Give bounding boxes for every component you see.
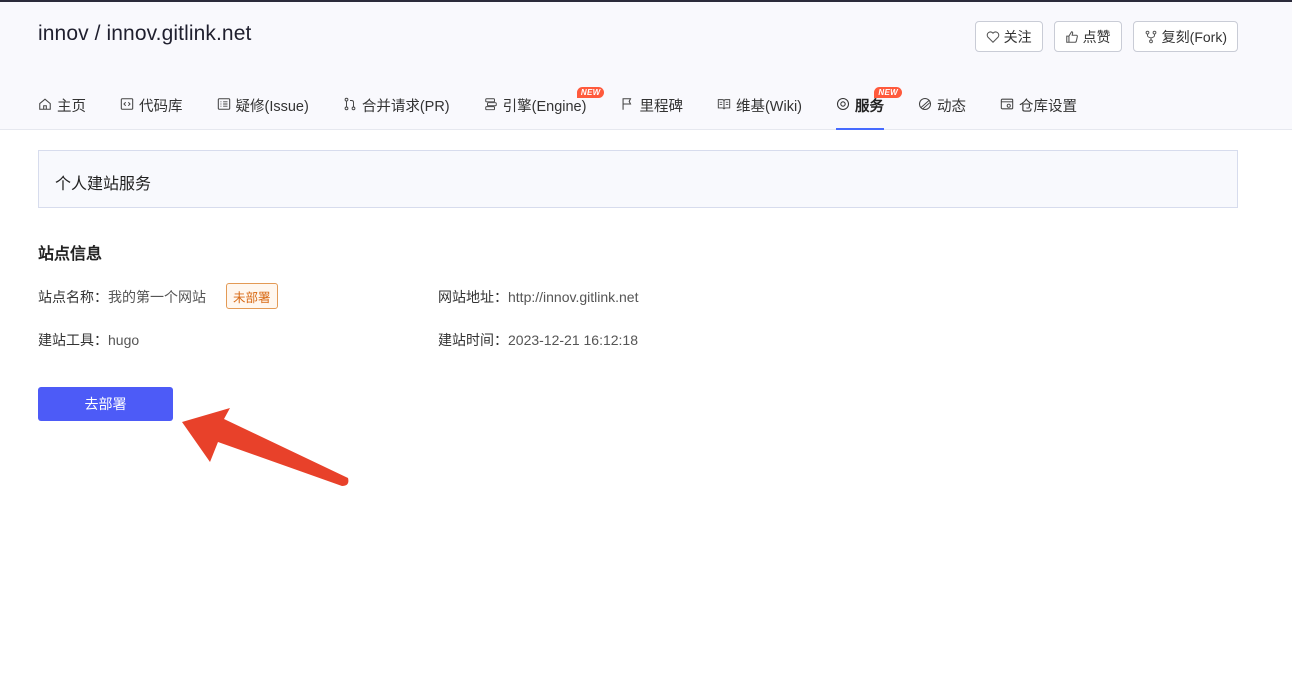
- flag-icon: [622, 98, 632, 110]
- new-badge: NEW: [874, 87, 902, 98]
- site-tool-value: hugo: [108, 332, 140, 348]
- tab-code-label: 代码库: [139, 99, 183, 115]
- site-time-value: 2023-12-21 16:12:18: [508, 332, 638, 348]
- fork-button[interactable]: 复刻(Fork): [1132, 21, 1238, 52]
- tab-service-label: 服务: [855, 99, 884, 115]
- repo-title[interactable]: innov / innov.gitlink.net: [38, 22, 251, 46]
- site-name-value: 我的第一个网站: [108, 289, 206, 305]
- section-title: 站点信息: [38, 246, 103, 263]
- site-name-row: 站点名称：我的第一个网站: [38, 287, 206, 307]
- repo-actions: 关注 点赞 复刻(Fork): [974, 21, 1238, 52]
- like-button[interactable]: 点赞: [1053, 21, 1122, 52]
- issue-icon: [217, 98, 230, 110]
- tab-wiki-label: 维基(Wiki): [735, 99, 802, 115]
- tab-settings-label: 仓库设置: [1019, 99, 1077, 115]
- fork-label: 复刻(Fork): [1161, 28, 1227, 45]
- status-badge: 未部署: [226, 283, 278, 309]
- site-url-label: 网站地址：: [438, 289, 508, 305]
- repo-tabs: 主页 代码库 疑修(Issue) 合并请求(PR) 引擎(Engine) NEW…: [38, 87, 1111, 130]
- thumbs-up-icon: [1065, 30, 1078, 43]
- like-label: 点赞: [1082, 28, 1111, 45]
- tab-home-label: 主页: [57, 99, 86, 115]
- tab-wiki[interactable]: 维基(Wiki): [717, 91, 802, 130]
- annotation-arrow-icon: [182, 408, 349, 486]
- site-time-row: 建站时间：2023-12-21 16:12:18: [438, 330, 638, 350]
- tab-pull-request[interactable]: 合并请求(PR): [343, 91, 450, 130]
- new-badge: NEW: [576, 87, 605, 98]
- service-icon: [836, 97, 850, 111]
- site-time-label: 建站时间：: [438, 332, 508, 348]
- tab-milestone-label: 里程碑: [639, 99, 683, 115]
- tab-issue[interactable]: 疑修(Issue): [217, 91, 309, 130]
- home-icon: [39, 98, 51, 110]
- fork-icon: [1145, 30, 1157, 43]
- watch-button[interactable]: 关注: [974, 21, 1043, 52]
- site-tool-label: 建站工具：: [38, 332, 108, 348]
- repo-header: innov / innov.gitlink.net 关注 点赞 复刻(Fork)…: [0, 2, 1292, 130]
- code-icon: [120, 98, 134, 110]
- site-url-row: 网站地址：http://innov.gitlink.net: [438, 287, 638, 307]
- tab-milestone[interactable]: 里程碑: [620, 91, 683, 130]
- site-name-label: 站点名称：: [38, 289, 108, 305]
- site-url-value[interactable]: http://innov.gitlink.net: [508, 289, 638, 305]
- activity-icon: [918, 97, 932, 111]
- deploy-button[interactable]: 去部署: [38, 387, 173, 421]
- engine-icon: [484, 98, 497, 111]
- tab-engine[interactable]: 引擎(Engine) NEW: [484, 87, 605, 130]
- panel-title: 个人建站服务: [38, 150, 1238, 208]
- book-icon: [717, 99, 731, 110]
- tab-service[interactable]: 服务 NEW: [836, 87, 902, 130]
- merge-icon: [344, 97, 356, 111]
- settings-icon: [1000, 98, 1014, 110]
- tab-engine-label: 引擎(Engine): [502, 99, 587, 115]
- watch-label: 关注: [1003, 28, 1032, 45]
- heart-icon: [986, 30, 999, 43]
- tab-code[interactable]: 代码库: [120, 91, 183, 130]
- tab-issue-label: 疑修(Issue): [235, 99, 309, 115]
- tab-home[interactable]: 主页: [38, 91, 86, 130]
- tab-activity-label: 动态: [937, 99, 966, 115]
- site-tool-row: 建站工具：hugo: [38, 330, 139, 350]
- tab-pull-request-label: 合并请求(PR): [361, 99, 450, 115]
- tab-activity[interactable]: 动态: [918, 91, 966, 130]
- tab-settings[interactable]: 仓库设置: [1000, 91, 1077, 130]
